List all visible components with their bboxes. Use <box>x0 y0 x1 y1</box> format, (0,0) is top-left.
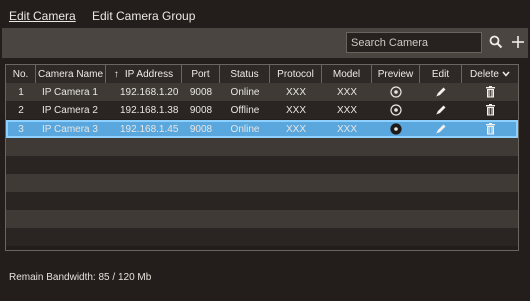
col-status[interactable]: Status <box>220 65 270 83</box>
row-protocol: XXX <box>285 104 306 116</box>
col-delete[interactable]: Delete <box>462 65 518 83</box>
row-status: Online <box>230 86 260 98</box>
row-ip: 192.168.1.20 <box>120 86 179 98</box>
toolbar <box>2 28 528 58</box>
row-camera-name: IP Camera 3 <box>42 123 98 135</box>
empty-row <box>6 192 518 210</box>
trash-icon[interactable] <box>462 83 518 101</box>
camera-table: No. Camera Name ↑ IP Address Port Status… <box>5 64 519 251</box>
row-no: 3 <box>18 123 24 135</box>
col-edit[interactable]: Edit <box>420 65 462 83</box>
trash-icon[interactable] <box>462 120 518 138</box>
trash-icon[interactable] <box>462 101 518 119</box>
col-delete-label: Delete <box>470 68 499 80</box>
pencil-icon[interactable] <box>420 101 462 119</box>
chevron-down-icon[interactable] <box>502 71 510 77</box>
col-ip-address-label: IP Address <box>124 68 174 80</box>
table-row[interactable]: 1 IP Camera 1 192.168.1.20 9008 Online X… <box>6 83 518 101</box>
col-no[interactable]: No. <box>6 65 36 83</box>
table-header: No. Camera Name ↑ IP Address Port Status… <box>6 65 518 83</box>
preview-icon[interactable] <box>372 101 420 119</box>
col-model[interactable]: Model <box>322 65 372 83</box>
pencil-icon[interactable] <box>420 83 462 101</box>
row-camera-name: IP Camera 1 <box>42 86 98 98</box>
col-ip-address[interactable]: ↑ IP Address <box>106 65 182 83</box>
row-model: XXX <box>336 123 357 135</box>
row-model: XXX <box>336 104 357 116</box>
row-port: 9008 <box>189 123 213 135</box>
row-model: XXX <box>336 86 357 98</box>
row-status: Offline <box>230 104 260 116</box>
table-row[interactable]: 2 IP Camera 2 192.168.1.38 9008 Offline … <box>6 101 518 119</box>
row-no: 2 <box>18 104 24 116</box>
empty-row <box>6 174 518 192</box>
col-preview[interactable]: Preview <box>372 65 420 83</box>
row-status: Online <box>230 123 260 135</box>
row-camera-name: IP Camera 2 <box>42 104 98 116</box>
remain-bandwidth: Remain Bandwidth: 85 / 120 Mb <box>9 272 152 283</box>
row-port: 9008 <box>189 104 213 116</box>
preview-icon[interactable] <box>372 120 420 138</box>
search-icon[interactable] <box>486 32 506 52</box>
search-box <box>346 32 482 53</box>
col-protocol[interactable]: Protocol <box>270 65 322 83</box>
preview-icon[interactable] <box>372 83 420 101</box>
sort-arrow-icon: ↑ <box>113 68 119 80</box>
col-camera-name[interactable]: Camera Name <box>36 65 106 83</box>
empty-row <box>6 210 518 228</box>
row-protocol: XXX <box>285 86 306 98</box>
row-ip: 192.168.1.38 <box>120 104 179 116</box>
tab-edit-camera-group[interactable]: Edit Camera Group <box>92 9 195 23</box>
row-port: 9008 <box>189 86 213 98</box>
tab-edit-camera[interactable]: Edit Camera <box>9 9 76 23</box>
row-ip: 192.168.1.45 <box>120 123 179 135</box>
row-no: 1 <box>18 86 24 98</box>
row-protocol: XXX <box>285 123 306 135</box>
col-port[interactable]: Port <box>182 65 220 83</box>
empty-row <box>6 156 518 174</box>
empty-row <box>6 138 518 156</box>
search-input[interactable] <box>347 33 481 53</box>
pencil-icon[interactable] <box>420 120 462 138</box>
tab-bar: Edit Camera Edit Camera Group <box>0 0 530 28</box>
empty-row <box>6 228 518 246</box>
plus-icon[interactable] <box>508 32 528 52</box>
table-row-selected[interactable]: 3 IP Camera 3 192.168.1.45 9008 Online X… <box>6 120 518 138</box>
